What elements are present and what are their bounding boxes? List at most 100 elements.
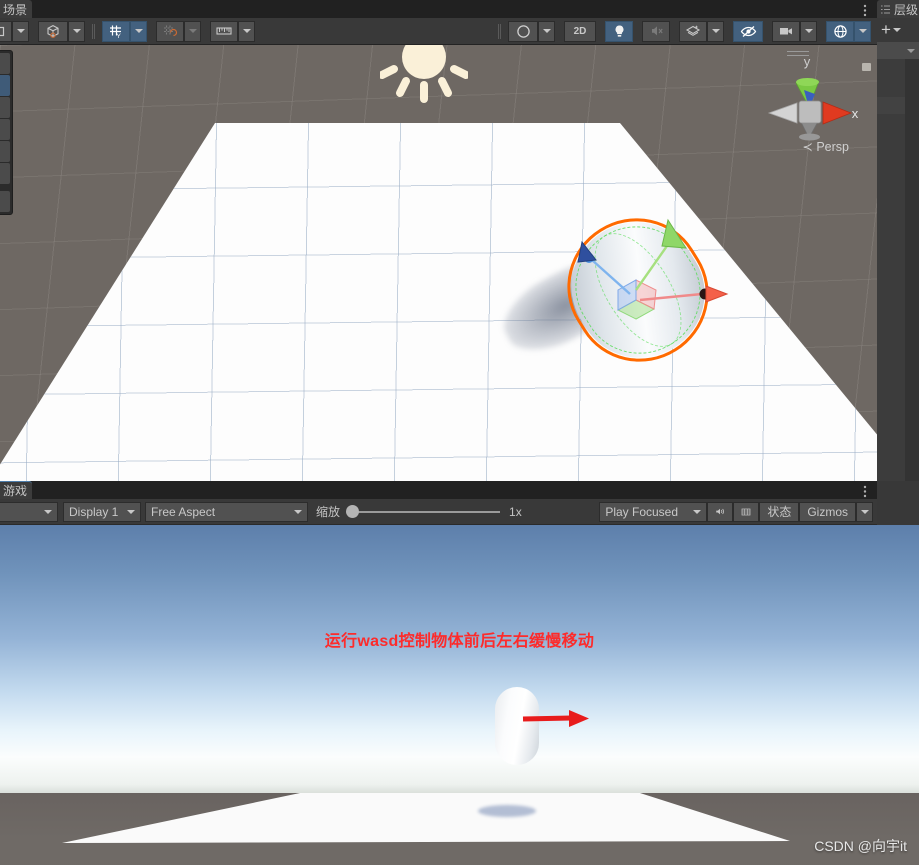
gizmos-dropdown[interactable] bbox=[856, 501, 873, 522]
overlay-tool-2[interactable] bbox=[0, 97, 10, 118]
hierarchy-panel: 层级 + bbox=[877, 0, 919, 481]
scene-panel: 场景 Y 2D y x ≺ Persp bbox=[0, 0, 877, 481]
svg-text:x: x bbox=[852, 106, 859, 121]
svg-text:y: y bbox=[804, 54, 811, 69]
hierarchy-scroll-area[interactable] bbox=[905, 59, 919, 481]
scene-camera-dropdown[interactable] bbox=[800, 20, 817, 42]
pivot-control bbox=[0, 20, 29, 42]
scale-value-label: 1x bbox=[509, 504, 522, 519]
scene-panel-menu-button[interactable] bbox=[863, 4, 867, 22]
overlay-tool-1[interactable] bbox=[0, 75, 10, 96]
chevron-down-icon bbox=[858, 29, 867, 33]
game-view-mode-dropdown[interactable]: e bbox=[0, 501, 58, 522]
chevron-down-icon bbox=[860, 509, 869, 514]
mute-audio-button[interactable] bbox=[707, 501, 734, 522]
local-global-cube-icon bbox=[47, 24, 59, 38]
hierarchy-toolbar: + bbox=[877, 18, 919, 42]
projection-label-text: Persp bbox=[816, 140, 849, 154]
scene-lighting-button[interactable] bbox=[605, 20, 633, 42]
audio-mute-icon bbox=[651, 26, 663, 36]
chevron-down-icon bbox=[711, 29, 720, 33]
projection-prefix: ≺ bbox=[802, 140, 813, 154]
hierarchy-tree[interactable] bbox=[877, 59, 919, 481]
chevron-down-icon bbox=[134, 29, 143, 33]
grid-snap-button[interactable]: Y bbox=[102, 20, 130, 42]
move-tool-gizmo[interactable] bbox=[544, 202, 734, 377]
handle-space-dropdown[interactable] bbox=[68, 20, 85, 42]
play-mode-value: Play Focused bbox=[605, 504, 679, 519]
shading-mode-button[interactable] bbox=[508, 20, 538, 42]
scene-gizmos-control bbox=[826, 20, 871, 42]
toolbar-divider-2 bbox=[498, 23, 501, 39]
overlay-tool-5[interactable] bbox=[0, 163, 10, 184]
toggle-2d-label: 2D bbox=[573, 25, 587, 37]
scene-tools-overlay[interactable] bbox=[0, 50, 13, 215]
tab-scene-label: 场景 bbox=[2, 2, 27, 17]
pivot-button[interactable] bbox=[0, 20, 12, 42]
projection-mode-label[interactable]: ≺ Persp bbox=[802, 139, 849, 154]
play-mode-dropdown[interactable]: Play Focused bbox=[599, 501, 708, 522]
hierarchy-search-input[interactable] bbox=[877, 42, 919, 59]
chevron-down-icon bbox=[242, 29, 251, 33]
scene-viewport[interactable]: y x ≺ Persp bbox=[0, 45, 877, 481]
handle-space-button[interactable] bbox=[38, 20, 68, 42]
kebab-menu-icon bbox=[863, 4, 867, 17]
scene-visibility-icon bbox=[740, 25, 756, 37]
scene-tabbar: 场景 bbox=[0, 0, 877, 18]
overlay-tool-3[interactable] bbox=[0, 119, 10, 140]
camera-icon bbox=[780, 28, 792, 35]
stats-grid-icon bbox=[741, 508, 751, 515]
tab-game[interactable]: 游戏 bbox=[0, 481, 32, 499]
pivot-dropdown[interactable] bbox=[12, 20, 29, 42]
scene-audio-button[interactable] bbox=[642, 20, 670, 42]
scene-visibility-button[interactable] bbox=[733, 20, 763, 42]
overlay-tool-0[interactable] bbox=[0, 53, 10, 74]
tab-hierarchy[interactable]: 层级 bbox=[877, 0, 919, 18]
chevron-down-icon bbox=[542, 29, 551, 33]
scene-fx-button[interactable] bbox=[679, 20, 707, 42]
shading-mode-dropdown[interactable] bbox=[538, 20, 555, 42]
stats-label: 状态 bbox=[767, 505, 792, 519]
toggle-2d-button[interactable]: 2D bbox=[564, 20, 596, 42]
snap-increment-button[interactable] bbox=[156, 20, 184, 42]
scene-fx-dropdown[interactable] bbox=[707, 20, 724, 42]
ruler-button[interactable] bbox=[210, 20, 238, 42]
gizmos-button[interactable]: Gizmos bbox=[799, 501, 856, 522]
ruler-control bbox=[210, 20, 255, 42]
aspect-ratio-dropdown[interactable]: Free Aspect bbox=[145, 501, 308, 522]
grid-snap-icon: Y bbox=[110, 25, 122, 39]
chevron-down-icon bbox=[804, 29, 813, 33]
snap-increment-dropdown[interactable] bbox=[184, 20, 201, 42]
scale-slider[interactable] bbox=[346, 505, 501, 519]
snap-increment-icon bbox=[164, 25, 178, 36]
game-tabbar: 游戏 bbox=[0, 481, 877, 499]
shading-mode-control bbox=[508, 20, 555, 42]
aspect-ratio-value: Free Aspect bbox=[151, 504, 216, 519]
audio-speaker-icon bbox=[716, 508, 725, 515]
view-gizmo-lock-icon[interactable] bbox=[862, 63, 871, 71]
stats-toggle-button[interactable]: 状态 bbox=[759, 501, 800, 522]
scene-gizmos-dropdown[interactable] bbox=[854, 20, 871, 42]
selected-capsule-object[interactable] bbox=[542, 192, 734, 388]
overlay-tool-6[interactable] bbox=[0, 191, 10, 212]
game-viewport[interactable] bbox=[0, 525, 919, 865]
display-value: Display 1 bbox=[69, 504, 119, 519]
directional-light-gizmo[interactable] bbox=[378, 45, 470, 107]
chevron-down-icon[interactable] bbox=[892, 28, 901, 32]
scene-gizmos-button[interactable] bbox=[826, 20, 854, 42]
overlay-tool-4[interactable] bbox=[0, 141, 10, 162]
lightbulb-icon bbox=[615, 25, 623, 37]
chevron-down-icon bbox=[127, 509, 135, 514]
ruler-dropdown[interactable] bbox=[238, 20, 255, 42]
display-dropdown[interactable]: Display 1 bbox=[63, 501, 141, 522]
chevron-down-icon bbox=[16, 29, 25, 33]
scale-slider-knob[interactable] bbox=[346, 505, 360, 518]
chevron-down-icon bbox=[907, 48, 915, 53]
grid-snap-dropdown[interactable] bbox=[130, 20, 147, 42]
hierarchy-add-button[interactable]: + bbox=[881, 21, 891, 38]
stats-button[interactable] bbox=[733, 501, 760, 522]
scale-label: 缩放 bbox=[316, 505, 341, 519]
shading-mode-icon bbox=[516, 24, 530, 38]
tab-scene[interactable]: 场景 bbox=[0, 0, 32, 18]
scene-camera-button[interactable] bbox=[772, 20, 800, 42]
